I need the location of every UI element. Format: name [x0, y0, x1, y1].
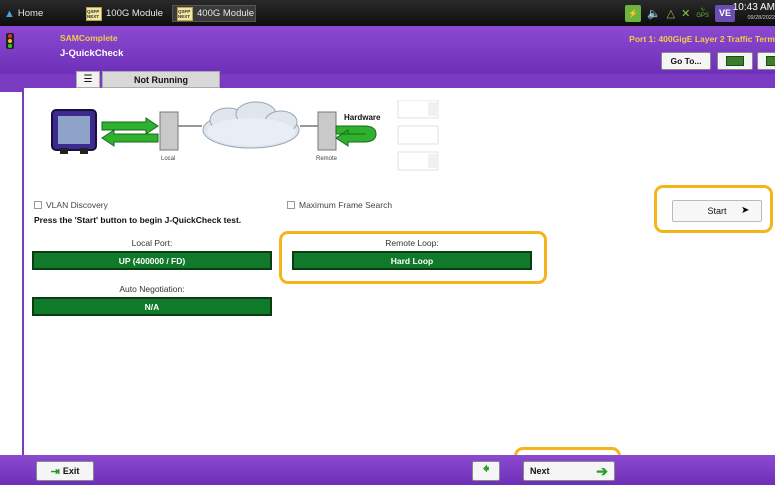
- tab-100g-module[interactable]: QSFP NEXT 100G Module: [86, 5, 163, 22]
- next-button[interactable]: Next ➔: [523, 461, 615, 481]
- tools-view-button[interactable]: [757, 52, 775, 70]
- remote-loop-highlight: [279, 231, 547, 284]
- hardware-loop-icon: [335, 125, 377, 147]
- display-icon: [766, 56, 775, 66]
- battery-icon: ⚡: [624, 4, 641, 22]
- tools-icon[interactable]: ✕: [681, 5, 690, 22]
- arrow-left-icon: 🠸: [482, 461, 490, 476]
- report-icon[interactable]: ☰: [76, 71, 100, 88]
- gps-icon: ∿ GPS: [696, 7, 709, 19]
- signal-icon: △: [666, 7, 676, 20]
- checkbox-box[interactable]: [287, 201, 295, 209]
- display-icon: [726, 56, 744, 66]
- local-port-label: Local Port:: [131, 238, 173, 248]
- app-title: SAMComplete: [60, 33, 118, 43]
- app-subtitle: J-QuickCheck: [60, 48, 124, 59]
- traffic-light-icon: [6, 33, 14, 49]
- clock-date: 09/28/2022: [747, 15, 775, 21]
- local-label: Local: [161, 156, 175, 162]
- exit-icon: ⇥: [50, 465, 60, 478]
- hardware-label: Hardware: [344, 113, 381, 122]
- tx-arrow-icon: [101, 117, 159, 135]
- goto-button[interactable]: Go To...: [661, 52, 711, 70]
- auto-negotiation-value: N/A: [32, 297, 272, 316]
- port-info: Port 1: 400GigE Layer 2 Traffic Term: [629, 34, 775, 44]
- tab-400g-label: 400G Module: [197, 8, 255, 19]
- test-status: Not Running: [102, 71, 220, 88]
- remote-box: [317, 111, 337, 151]
- speaker-icon[interactable]: 🔈: [647, 5, 661, 22]
- back-button[interactable]: 🠸: [472, 461, 500, 481]
- network-cloud-icon: [202, 101, 300, 149]
- loopback-diagram: Local Remote Hardware: [51, 100, 439, 171]
- clock: 10:43 AM 09/28/2022: [733, 2, 775, 24]
- max-frame-search-checkbox[interactable]: Maximum Frame Search: [287, 200, 392, 210]
- loop-type-icons: [397, 100, 439, 171]
- start-highlight: [654, 185, 773, 233]
- status-icons: ⚡ 🔈 △ ✕ ∿ GPS VE: [624, 4, 735, 22]
- checkbox-box[interactable]: [34, 201, 42, 209]
- remote-label: Remote: [316, 156, 338, 162]
- local-box: [159, 111, 179, 151]
- tab-100g-label: 100G Module: [106, 8, 164, 19]
- clock-time: 10:43 AM: [732, 2, 775, 13]
- home-icon: ▲: [4, 7, 15, 20]
- rx-arrow-icon: [101, 129, 159, 147]
- tab-400g-module[interactable]: QSFP NEXT 400G Module: [172, 5, 256, 22]
- vlan-discovery-checkbox[interactable]: VLAN Discovery: [34, 200, 108, 210]
- qsfp-module-icon: QSFP NEXT: [86, 6, 102, 21]
- exit-label: Exit: [62, 466, 80, 476]
- next-label: Next: [530, 466, 550, 476]
- auto-negotiation-label: Auto Negotiation:: [119, 284, 185, 294]
- instruction-text: Press the 'Start' button to begin J-Quic…: [34, 215, 242, 225]
- results-view-button[interactable]: [717, 52, 753, 70]
- tab-home-label: Home: [17, 8, 44, 19]
- qsfp-module-icon: QSFP NEXT: [177, 6, 193, 21]
- tab-home[interactable]: ▲ Home: [4, 5, 43, 22]
- local-port-value: UP (400000 / FD): [32, 251, 272, 270]
- max-frame-search-label: Maximum Frame Search: [299, 200, 393, 210]
- exit-button[interactable]: ⇥ Exit: [36, 461, 94, 481]
- arrow-right-icon: ➔: [596, 462, 608, 479]
- vlan-discovery-label: VLAN Discovery: [46, 200, 108, 210]
- bottom-bar: [0, 455, 775, 485]
